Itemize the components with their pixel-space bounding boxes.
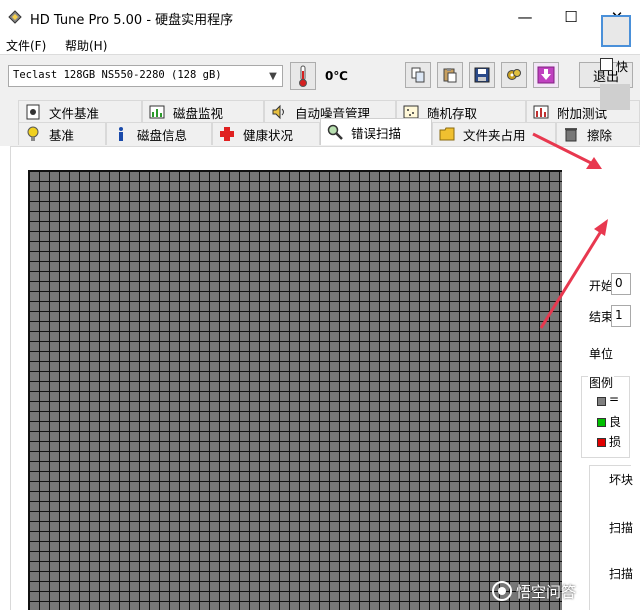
legend-red-label: 损	[609, 435, 622, 449]
watermark-logo-icon	[492, 581, 512, 601]
magnifier-icon	[327, 124, 343, 140]
end-input[interactable]: 1	[611, 305, 631, 327]
scan-block-grid	[28, 170, 562, 610]
maximize-button[interactable]: ☐	[548, 0, 594, 34]
start-input[interactable]: 0	[611, 273, 631, 295]
toolbar: Teclast 128GB NS550-2280 (128 gB) ▼ 0℃ 退…	[0, 54, 640, 98]
health-cross-icon	[220, 127, 234, 141]
watermark-text: 悟空问答	[516, 582, 577, 601]
tools-icon	[507, 69, 521, 80]
scan-label-1: 扫描	[609, 521, 634, 535]
tab-health[interactable]: 健康状况	[212, 122, 320, 145]
save-button[interactable]	[469, 62, 495, 88]
tab-erase[interactable]: 擦除	[556, 122, 640, 145]
paste-button[interactable]	[437, 62, 463, 88]
trash-icon	[565, 128, 577, 142]
tab-disk-info[interactable]: 磁盘信息	[106, 122, 212, 145]
error-scan-panel	[10, 146, 640, 610]
download-icon	[537, 66, 555, 84]
legend-gray-label: =	[609, 392, 620, 406]
window-title: HD Tune Pro 5.00 - 硬盘实用程序	[30, 13, 234, 28]
quick-scan-label: 快	[616, 60, 629, 74]
tab-label: 错误扫描	[351, 125, 402, 141]
menu-help[interactable]: 帮助(H)	[65, 37, 107, 54]
tab-label: 文件基准	[49, 105, 100, 121]
tab-disk-monitor[interactable]: 磁盘监视	[142, 100, 264, 123]
start-scan-button[interactable]	[601, 15, 631, 47]
tab-file-benchmark[interactable]: 文件基准	[18, 100, 142, 123]
save-icon	[474, 67, 490, 83]
menu-bar: 文件(F) 帮助(H)	[0, 34, 640, 54]
copy-icon	[411, 67, 425, 83]
benchmark-icon	[27, 126, 39, 141]
tab-strip: 文件基准 磁盘监视 自动噪音管理 随机存取 附加测试 基准 磁盘信息 健康状况 …	[0, 98, 640, 146]
end-label: 结束	[589, 310, 614, 324]
disk-monitor-icon	[149, 105, 165, 119]
chevron-down-icon[interactable]: ▼	[264, 66, 282, 86]
download-button[interactable]	[533, 62, 559, 88]
start-label: 开始	[589, 279, 614, 293]
tab-error-scan[interactable]: 错误扫描	[320, 118, 432, 145]
tab-label: 文件夹占用	[463, 127, 526, 143]
tab-label: 磁盘信息	[137, 127, 188, 143]
legend-gray-swatch	[597, 397, 606, 406]
quick-scan-checkbox[interactable]	[600, 58, 613, 71]
copy-button[interactable]	[405, 62, 431, 88]
folder-icon	[439, 127, 455, 141]
tab-benchmark[interactable]: 基准	[18, 122, 106, 145]
speaker-icon	[272, 104, 284, 120]
legend-red-swatch	[597, 438, 606, 447]
watermark: 悟空问答	[492, 579, 576, 603]
disabled-button	[600, 84, 630, 110]
minimize-button[interactable]: —	[502, 0, 548, 34]
tab-folder-usage[interactable]: 文件夹占用	[432, 122, 556, 145]
title-bar: HD Tune Pro 5.00 - 硬盘实用程序 — ☐ ✕	[0, 0, 640, 34]
legend-green-label: 良	[609, 415, 622, 429]
thermometer-icon	[290, 62, 316, 90]
tab-label: 随机存取	[427, 105, 478, 121]
bad-blocks-label: 坏块	[609, 473, 634, 487]
drive-select[interactable]: Teclast 128GB NS550-2280 (128 gB) ▼	[8, 65, 283, 87]
drive-select-value: Teclast 128GB NS550-2280 (128 gB)	[13, 69, 222, 81]
temperature-value: 0℃	[325, 69, 348, 83]
menu-file[interactable]: 文件(F)	[6, 37, 46, 54]
info-icon	[119, 127, 123, 141]
tab-label: 健康状况	[243, 127, 294, 143]
file-benchmark-icon	[26, 104, 40, 120]
tab-label: 基准	[49, 127, 75, 143]
tab-label: 磁盘监视	[173, 105, 224, 121]
legend-title: 图例	[588, 374, 615, 391]
extra-tests-icon	[533, 105, 549, 119]
tab-label: 擦除	[587, 127, 613, 143]
scan-label-2: 扫描	[609, 567, 634, 581]
paste-icon	[443, 68, 457, 83]
app-icon	[8, 10, 22, 24]
tools-button[interactable]	[501, 62, 527, 88]
unit-label: 单位	[589, 347, 614, 361]
legend-green-swatch	[597, 418, 606, 427]
